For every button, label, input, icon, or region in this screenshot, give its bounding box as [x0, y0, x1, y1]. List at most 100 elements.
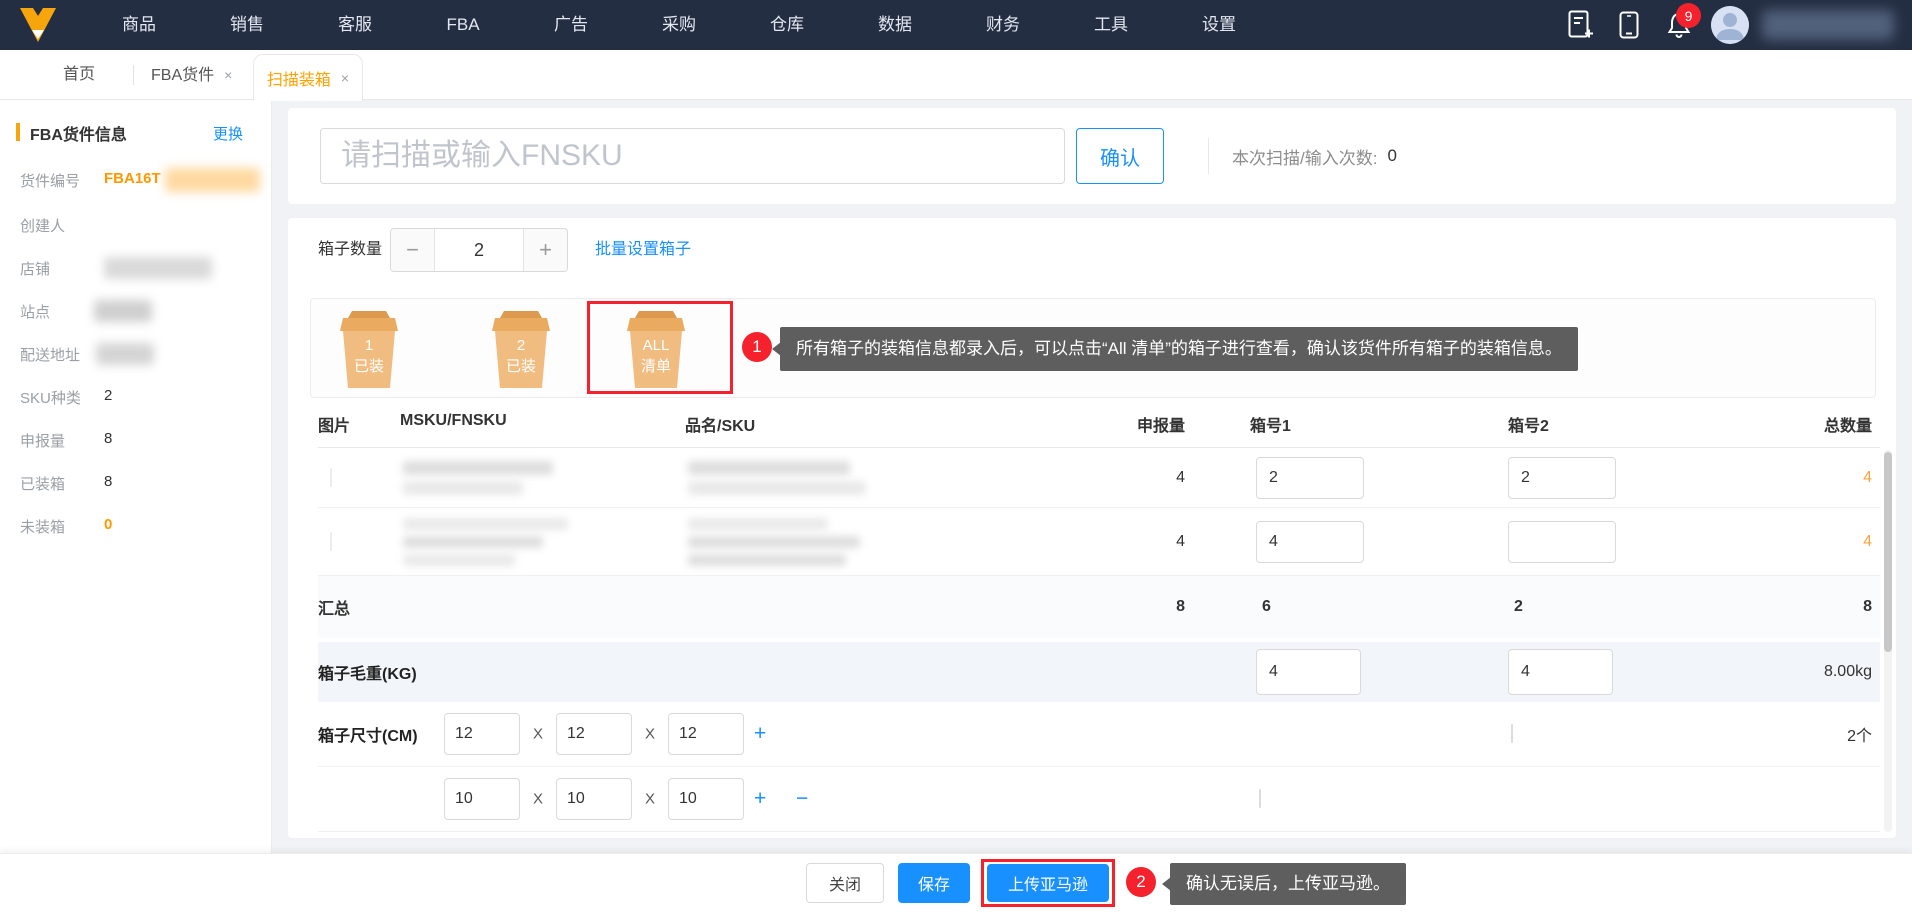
table-row: 4 4	[318, 448, 1880, 508]
tab-home[interactable]: 首页	[63, 50, 95, 100]
length-input[interactable]	[444, 713, 520, 755]
redacted-shipment-id	[165, 168, 260, 192]
remove-dimension-link[interactable]: −	[796, 787, 808, 811]
field-label: 申报量	[20, 433, 66, 450]
box1-weight-input[interactable]	[1256, 649, 1361, 695]
nav-item-finance[interactable]: 财务	[949, 0, 1057, 50]
change-shipment-link[interactable]: 更换	[213, 123, 243, 144]
add-dimension-link[interactable]: +	[754, 787, 766, 811]
box-2[interactable]: 2 已装	[478, 309, 564, 389]
box2-qty-input[interactable]	[1508, 456, 1616, 499]
tab-separator	[133, 65, 134, 85]
field-store: 店铺	[20, 257, 260, 280]
upload-to-amazon-button[interactable]: 上传亚马逊	[987, 864, 1109, 902]
box2-dimension-checkbox-checked[interactable]	[1502, 802, 1757, 816]
box2-weight-input[interactable]	[1508, 649, 1613, 695]
width-input[interactable]	[556, 778, 632, 820]
field-delivery-address: 配送地址	[20, 343, 260, 366]
box2-qty-input[interactable]	[1508, 520, 1616, 563]
fnsku-scan-input[interactable]	[320, 128, 1065, 184]
col-total-qty: 总数量	[1823, 418, 1872, 435]
nav-item-customer-service[interactable]: 客服	[301, 0, 409, 50]
nav-item-fba[interactable]: FBA	[409, 0, 517, 50]
close-button[interactable]: 关闭	[806, 863, 884, 903]
length-input[interactable]	[444, 778, 520, 820]
app-logo-icon[interactable]	[18, 5, 58, 45]
field-unpacked-qty: 未装箱 0	[20, 516, 260, 538]
box-2-label: 2 已装	[505, 337, 536, 375]
box-all-list[interactable]: ALL 清单	[613, 309, 699, 389]
nav-item-products[interactable]: 商品	[85, 0, 193, 50]
field-packed-qty: 已装箱 8	[20, 473, 260, 495]
add-dimension-link[interactable]: +	[754, 722, 766, 746]
field-value: 2	[104, 387, 113, 404]
dimension-count: 2个	[1847, 728, 1872, 745]
table-scrollbar[interactable]	[1884, 450, 1892, 832]
col-box-2: 箱号2	[1508, 418, 1549, 435]
product-image-redacted	[330, 531, 332, 551]
height-input[interactable]	[668, 778, 744, 820]
summary-row: 汇总 8 6 2 8	[318, 576, 1880, 638]
shipment-info-title: FBA货件信息	[30, 127, 127, 144]
field-label: 配送地址	[20, 347, 81, 364]
nav-item-tools[interactable]: 工具	[1057, 0, 1165, 50]
col-image: 图片	[318, 418, 351, 435]
field-site: 站点	[20, 300, 260, 323]
field-value: 0	[104, 516, 113, 533]
close-tab-icon[interactable]: ×	[341, 70, 349, 86]
batch-set-boxes-link[interactable]: 批量设置箱子	[595, 228, 691, 272]
declared-qty: 4	[1176, 468, 1185, 486]
summary-total: 8	[1863, 598, 1872, 615]
table-header-row: 图片 MSKU/FNSKU 品名/SKU 申报量 箱号1 箱号2 总数量	[318, 412, 1880, 448]
increment-button[interactable]: +	[524, 229, 567, 271]
close-tab-icon[interactable]: ×	[224, 67, 232, 83]
col-product-sku: 品名/SKU	[685, 418, 756, 435]
mobile-phone-icon[interactable]	[1616, 0, 1642, 50]
packing-card: 箱子数量 − 2 + 批量设置箱子 1 已装 2 已装 ALL 清单 1 所有箱…	[288, 218, 1896, 838]
tab-fba-shipment[interactable]: FBA货件 ×	[151, 50, 232, 100]
title-accent-bar	[16, 123, 20, 141]
summary-box2: 2	[1514, 598, 1523, 615]
scan-card: 确认 本次扫描/输入次数: 0	[288, 108, 1896, 204]
nav-item-warehouse[interactable]: 仓库	[733, 0, 841, 50]
action-footer: 关闭 保存 上传亚马逊 2 确认无误后，上传亚马逊。	[0, 853, 1912, 912]
field-creator: 创建人	[20, 215, 260, 237]
document-add-icon[interactable]	[1566, 0, 1596, 50]
box-count-value[interactable]: 2	[434, 229, 524, 271]
nav-item-purchasing[interactable]: 采购	[625, 0, 733, 50]
box2-dimension-checkbox-unchecked[interactable]	[1511, 724, 1513, 743]
x-separator: X	[533, 725, 544, 743]
box1-qty-input[interactable]	[1256, 456, 1364, 499]
product-name-redacted	[685, 517, 1098, 566]
dimensions-label: 箱子尺寸(CM)	[318, 728, 418, 745]
col-msku-fnsku: MSKU/FNSKU	[400, 412, 507, 429]
x-separator: X	[645, 725, 656, 743]
box-1-label: 1 已装	[353, 337, 384, 375]
redacted-store	[104, 257, 212, 279]
declared-qty: 4	[1176, 532, 1185, 550]
tab-scan-packing[interactable]: 扫描装箱 ×	[253, 54, 363, 101]
width-input[interactable]	[556, 713, 632, 755]
box-1[interactable]: 1 已装	[326, 309, 412, 389]
field-label: 货件编号	[20, 173, 81, 190]
decrement-button[interactable]: −	[391, 229, 434, 271]
col-declared-qty: 申报量	[1136, 418, 1185, 435]
height-input[interactable]	[668, 713, 744, 755]
scrollbar-thumb[interactable]	[1884, 452, 1892, 652]
box1-dimension-checkbox-unchecked[interactable]	[1259, 789, 1261, 808]
nav-item-sales[interactable]: 销售	[193, 0, 301, 50]
save-button[interactable]: 保存	[898, 863, 970, 903]
confirm-button[interactable]: 确认	[1076, 128, 1164, 184]
nav-item-settings[interactable]: 设置	[1165, 0, 1273, 50]
total-weight: 8.00kg	[1823, 663, 1872, 680]
nav-item-data[interactable]: 数据	[841, 0, 949, 50]
box1-dimension-checkbox-checked[interactable]	[1250, 737, 1502, 751]
user-avatar[interactable]	[1711, 6, 1749, 44]
summary-label: 汇总	[318, 601, 351, 618]
username-redacted[interactable]	[1762, 10, 1894, 40]
summary-box1: 6	[1262, 598, 1271, 615]
box1-qty-input[interactable]	[1256, 520, 1364, 563]
nav-item-advertising[interactable]: 广告	[517, 0, 625, 50]
box-count-label: 箱子数量	[318, 241, 383, 258]
scan-count: 本次扫描/输入次数: 0	[1232, 108, 1397, 204]
